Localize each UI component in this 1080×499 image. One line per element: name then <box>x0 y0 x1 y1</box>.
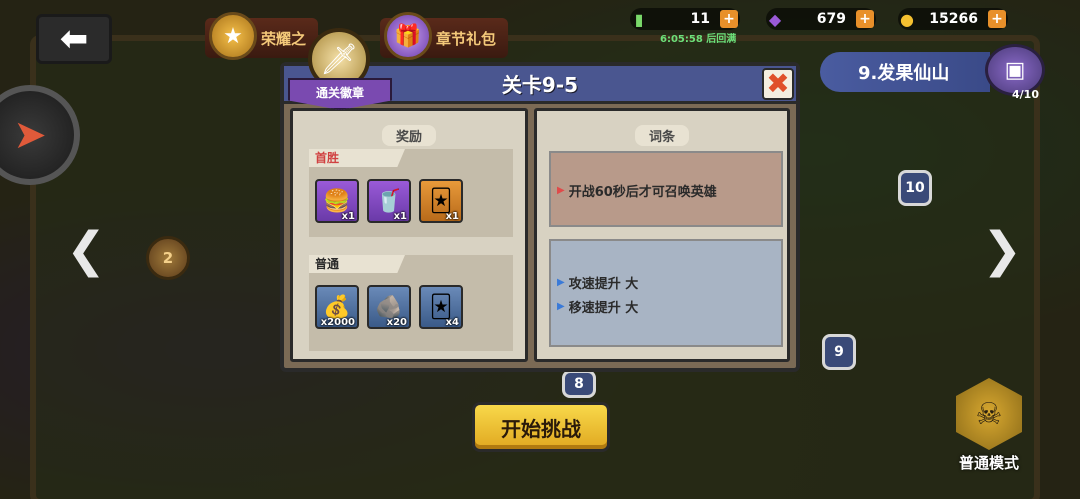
gold-pile-icon: 💰 <box>323 294 351 320</box>
gem-icon: ◆ <box>768 9 782 29</box>
next-chapter-arrow-icon[interactable]: ❯ <box>982 222 1022 278</box>
triangle-icon: ▶ <box>557 301 565 312</box>
map-node-8[interactable]: 8 <box>562 370 596 398</box>
gold-counter: ● 15266 + <box>898 8 1008 30</box>
badge-label: 通关徽章 <box>288 78 392 110</box>
gem-counter: ◆ 679 + <box>766 8 876 30</box>
skull-icon: ☠ <box>956 378 1022 450</box>
back-arrow-icon: ⬅ <box>59 19 89 59</box>
first-win-label: 首胜 <box>309 149 405 167</box>
chapter-gift-label: 章节礼包 <box>436 29 497 48</box>
hero-card-icon: 🃏 <box>429 294 453 320</box>
conditions-header: 词条 <box>634 125 689 146</box>
back-button[interactable]: ⬅ <box>36 14 112 64</box>
ore-icon: 🪨 <box>375 294 403 320</box>
map-node-2[interactable]: 2 <box>146 236 190 280</box>
start-challenge-button[interactable]: 开始挑战 <box>472 402 610 452</box>
mode-label: 普通模式 <box>958 454 1019 472</box>
normal-section: 普通 💰 x2000 🪨 x20 🃏 x4 <box>309 255 513 351</box>
energy-timer: 6:05:58 后回满 <box>660 34 737 45</box>
negative-conditions-box: ▶ 开战60秒后才可召唤英雄 <box>549 151 783 227</box>
condition-item: ▶ 攻速提升 大 <box>557 277 639 292</box>
map-node-10[interactable]: 10 <box>898 170 932 206</box>
clear-badge: 🗡 通关徽章 <box>288 28 392 112</box>
condition-item: ▶ 开战60秒后才可召唤英雄 <box>557 185 717 200</box>
first-win-section: 首胜 🍔 x1 🥤 x1 🃏 x1 <box>309 149 513 237</box>
chapter-title[interactable]: 9.发果仙山 <box>820 52 990 92</box>
gem-value: 679 <box>816 11 846 27</box>
triangle-icon: ▶ <box>557 277 565 288</box>
gold-coin-icon: ● <box>900 9 914 29</box>
rewards-panel: 奖励 首胜 🍔 x1 🥤 x1 🃏 x1 普通 💰 x2000 🪨 x20 🃏 … <box>290 108 528 362</box>
add-gold-button[interactable]: + <box>988 10 1006 28</box>
burger-icon: 🍔 <box>323 188 351 214</box>
condition-item: ▶ 移速提升 大 <box>557 301 639 316</box>
chapter-progress: 4/10 <box>1012 88 1039 101</box>
add-gem-button[interactable]: + <box>856 10 874 28</box>
triangle-icon: ▶ <box>557 185 565 196</box>
reward-item[interactable]: 🍔 x1 <box>315 179 359 223</box>
close-icon[interactable]: ✖ <box>762 68 794 100</box>
mode-selector[interactable]: ☠ 普通模式 <box>945 378 1033 474</box>
energy-counter: ▮ 11 + <box>630 8 740 30</box>
gold-value: 15266 <box>929 11 978 27</box>
energy-value: 11 <box>690 11 710 27</box>
reward-item[interactable]: 🃏 x1 <box>419 179 463 223</box>
reward-item[interactable]: 🃏 x4 <box>419 285 463 329</box>
reward-item[interactable]: 💰 x2000 <box>315 285 359 329</box>
drink-cup-icon: 🥤 <box>375 188 403 214</box>
positive-conditions-box: ▶ 攻速提升 大 ▶ 移速提升 大 <box>549 239 783 347</box>
reward-item[interactable]: 🥤 x1 <box>367 179 411 223</box>
hero-card-icon: 🃏 <box>429 188 453 214</box>
add-energy-button[interactable]: + <box>720 10 738 28</box>
reward-item[interactable]: 🪨 x20 <box>367 285 411 329</box>
normal-label: 普通 <box>309 255 405 273</box>
energy-icon: ▮ <box>634 9 644 29</box>
conditions-panel: 词条 ▶ 开战60秒后才可召唤英雄 ▶ 攻速提升 大 ▶ 移速提升 大 <box>534 108 790 362</box>
map-node-9[interactable]: 9 <box>822 334 856 370</box>
chapter-gift-button[interactable]: 🎁 章节礼包 <box>380 12 509 60</box>
star-medal-icon: ★ <box>209 12 257 60</box>
rewards-header: 奖励 <box>381 125 436 146</box>
prev-chapter-arrow-icon[interactable]: ❮ <box>66 222 106 278</box>
